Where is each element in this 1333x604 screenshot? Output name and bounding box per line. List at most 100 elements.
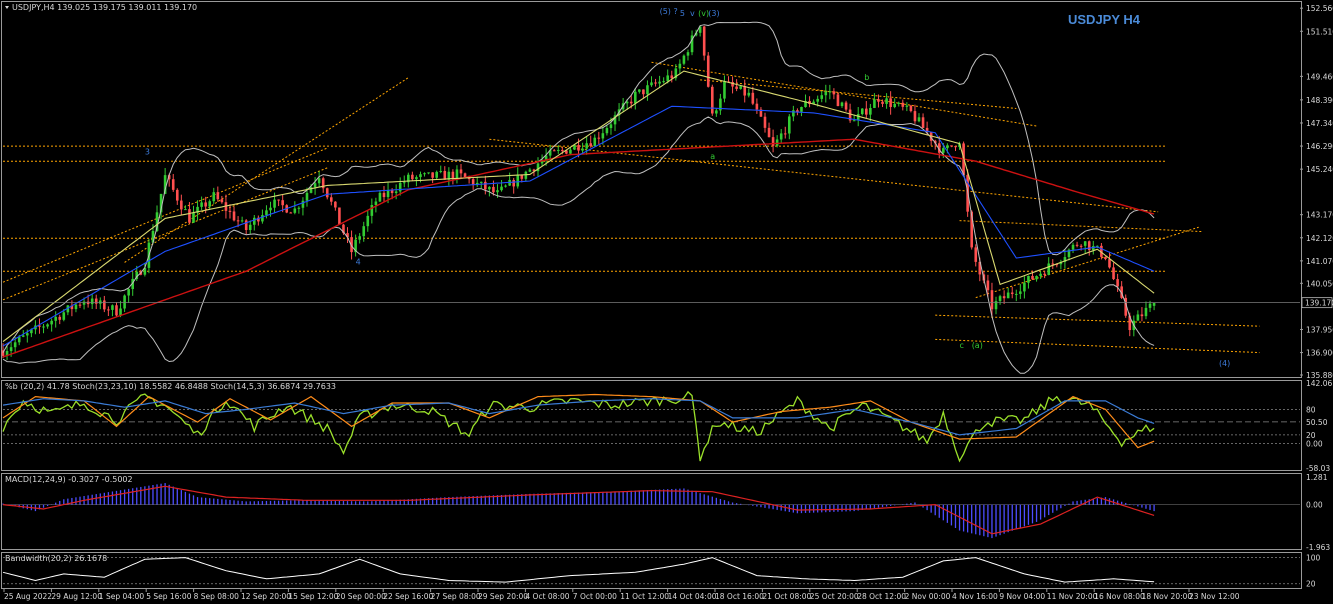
candle-body [1035,276,1038,280]
candle-body [816,98,819,102]
x-tick-label: 4 Oct 08:00 [525,592,569,601]
candle-body [21,335,25,337]
candle-body [496,190,499,193]
candle-body [585,143,588,149]
y-tick-label: 148.390 [1306,96,1333,105]
chart-watermark: USDJPY H4 [1068,12,1141,27]
chart-canvas[interactable]: (5) ?5v(v)(3)34abc(a)(4) 152.560151.5101… [0,0,1333,604]
y-tick-label: 145.240 [1306,165,1333,174]
x-tick-label: 12 Sep 20:00 [241,592,291,601]
candle-body [402,182,406,184]
wave-label: (3) [708,9,719,18]
candle-body [577,145,580,151]
candle-body [775,139,779,146]
candle-body [277,199,280,201]
x-tick-label: 16 Nov 08:00 [1094,592,1145,601]
y-tick-label: 137.950 [1306,325,1333,334]
candle-body [252,217,256,225]
candle-body [844,102,848,110]
candle-body [820,95,824,99]
trend-line [935,314,1260,327]
candle-body [451,171,455,179]
candle-body [715,110,718,114]
candle-body [244,220,248,231]
candle-body [747,92,751,96]
x-tick-label: 18 Nov 20:00 [1142,592,1193,601]
candle-body [561,149,564,151]
y-tick-label: 142.120 [1306,234,1333,243]
candle-body [261,215,264,222]
candle-body [216,192,220,200]
macd-y-tick-label: 0.00 [1306,501,1323,510]
candle-body [459,169,463,174]
candle-body [654,82,657,84]
candle-body [184,209,187,211]
candle-body [398,182,402,192]
candle-body [386,189,390,198]
y-tick-label: 140.050 [1306,279,1333,288]
x-tick-label: 23 Nov 12:00 [1189,592,1240,601]
candle-body [670,75,674,79]
candle-body [889,98,892,108]
candle-body [869,107,872,115]
candle-body [840,102,844,107]
candle-body [824,91,828,96]
candle-body [755,103,759,110]
candle-body [605,128,609,134]
x-tick-label: 9 Nov 04:00 [999,592,1045,601]
candle-body [552,150,556,152]
wave-label: a [710,152,715,161]
candle-body [723,81,726,99]
candle-body [46,324,49,327]
candle-body [297,207,301,209]
candle-body [1047,263,1051,275]
candle-body [569,149,572,154]
candle-body [1019,291,1022,294]
candle-body [479,181,483,183]
candle-body [556,149,560,151]
x-tick-label: 15 Sep 12:00 [288,592,338,601]
candle-body [1112,267,1115,280]
wave-label: (4) [1219,359,1230,368]
candle-body [325,188,329,198]
candle-body [897,102,901,104]
candle-body [581,148,584,151]
x-tick-label: 25 Aug 2022 [4,592,52,601]
candle-body [1140,314,1144,317]
candle-body [378,192,382,202]
candle-body [1027,275,1030,283]
candle-body [593,137,597,147]
candle-body [289,212,293,214]
candle-body [313,183,317,188]
candle-body [26,333,29,336]
candle-body [374,201,378,206]
y-tick-label: 146.290 [1306,142,1333,151]
wave-label: (5) ? [660,7,678,16]
candle-body [188,209,191,223]
candle-body [779,133,783,140]
candle-body [58,316,62,320]
candle-body [439,170,443,172]
candle-body [200,202,203,207]
candle-body [1148,303,1152,308]
candle-body [394,191,398,194]
stoch-panel-title: %b (20,2) 41.78 Stoch(23,23,10) 18.5582 … [5,382,336,391]
candle-body [877,99,880,102]
candle-body [881,101,884,104]
candle-body [82,301,86,305]
candle-body [852,120,856,122]
candle-body [236,220,240,222]
candle-body [42,326,45,328]
candle-body [431,172,434,178]
y-tick-label: 143.170 [1306,211,1333,220]
candle-body [484,181,487,190]
candle-body [171,179,175,190]
candle-body [658,81,661,84]
candle-body [771,137,775,146]
candle-body [208,201,212,207]
candle-body [946,145,949,149]
x-tick-label: 27 Sep 08:00 [431,592,481,601]
y-tick-label: 149.460 [1306,72,1333,81]
candle-body [913,111,917,122]
candle-body [192,212,195,223]
